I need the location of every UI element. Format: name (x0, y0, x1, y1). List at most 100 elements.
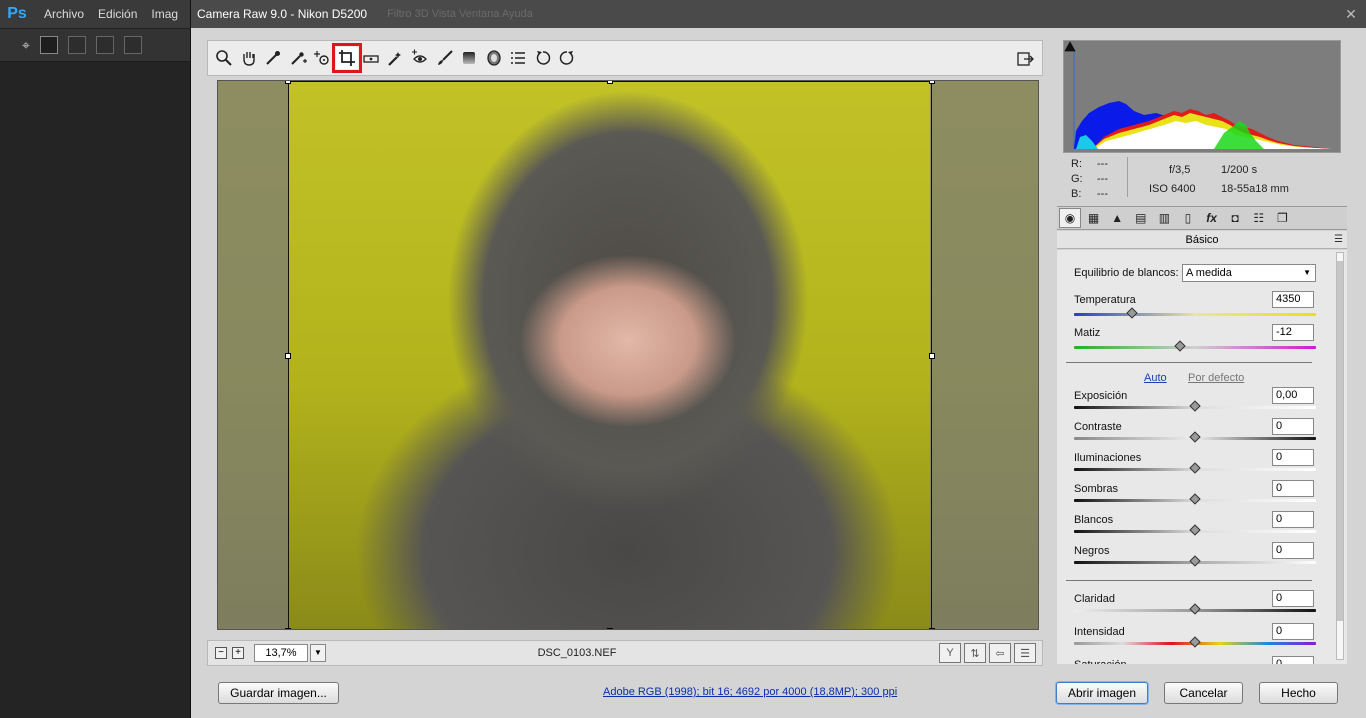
temperature-slider[interactable] (1074, 307, 1316, 319)
add-selection-button[interactable] (67, 36, 86, 54)
tint-field[interactable]: -12 (1272, 324, 1314, 341)
spot-removal-tool[interactable] (385, 47, 407, 69)
crop-handle-bottom-right[interactable] (929, 628, 935, 629)
panel-scrollbar-thumb[interactable] (1337, 261, 1343, 621)
tab-lens-corrections[interactable]: ▯ (1177, 208, 1199, 228)
crop-handle-right[interactable] (929, 353, 935, 359)
adjustment-brush-tool[interactable] (434, 47, 456, 69)
tone-slider[interactable] (1074, 555, 1316, 567)
zoom-dropdown-button[interactable]: ▼ (310, 644, 326, 662)
tint-slider[interactable] (1074, 340, 1316, 352)
copy-settings-button[interactable]: ⇦ (989, 643, 1011, 663)
tone-slider[interactable] (1074, 524, 1316, 536)
targeted-adjustment-tool[interactable] (311, 47, 333, 69)
slider-thumb[interactable] (1189, 431, 1201, 443)
open-preferences-button[interactable] (1014, 48, 1036, 70)
crop-handle-top[interactable] (607, 81, 613, 84)
intersect-selection-button[interactable] (123, 36, 142, 54)
toggle-defaults-button[interactable]: ☰ (1014, 643, 1036, 663)
tone-slider[interactable] (1074, 493, 1316, 505)
radial-filter-tool[interactable] (483, 47, 505, 69)
before-after-toggle-button[interactable]: Y (939, 643, 961, 663)
tone-value-field[interactable]: 0 (1272, 418, 1314, 435)
highlight-clipping-icon[interactable] (1064, 41, 1076, 52)
slider-thumb[interactable] (1189, 603, 1201, 615)
preferences-tool[interactable] (507, 47, 529, 69)
done-button[interactable]: Hecho (1259, 682, 1338, 704)
tone-slider[interactable] (1074, 431, 1316, 443)
crop-handle-top-right[interactable] (929, 81, 935, 84)
subtract-selection-button[interactable] (95, 36, 114, 54)
temperature-field[interactable]: 4350 (1272, 291, 1314, 308)
presence-value-field[interactable]: 0 (1272, 590, 1314, 607)
slider-thumb[interactable] (1189, 462, 1201, 474)
tint-slider-thumb[interactable] (1174, 340, 1187, 352)
slider-thumb[interactable] (1189, 555, 1201, 567)
straighten-tool[interactable] (360, 47, 382, 69)
white-balance-select[interactable]: A medida ▼ (1182, 264, 1316, 282)
slider-thumb[interactable] (1189, 636, 1201, 648)
tone-value-field[interactable]: 0 (1272, 480, 1314, 497)
default-link[interactable]: Por defecto (1188, 372, 1244, 384)
tone-slider[interactable] (1074, 400, 1316, 412)
auto-link[interactable]: Auto (1144, 372, 1167, 384)
tone-value-field[interactable]: 0 (1272, 511, 1314, 528)
rotate-left-tool[interactable] (532, 47, 554, 69)
tab-basic[interactable]: ◉ (1059, 208, 1081, 228)
slider-thumb[interactable] (1189, 524, 1201, 536)
slider-thumb[interactable] (1189, 400, 1201, 412)
workflow-options-link[interactable]: Adobe RGB (1998); bit 16; 4692 por 4000 … (603, 686, 897, 698)
photoshop-workspace (0, 62, 190, 718)
tab-tone-curve[interactable]: ▦ (1083, 208, 1105, 228)
menu-edicion[interactable]: Edición (98, 7, 137, 21)
new-selection-button[interactable] (39, 36, 58, 54)
menu-imagen[interactable]: Imag (151, 7, 178, 21)
dialog-titlebar[interactable]: Camera Raw 9.0 - Nikon D5200 Filtro 3D V… (191, 0, 1366, 28)
tab-snapshots[interactable]: ❐ (1271, 208, 1293, 228)
zoom-in-button[interactable]: + (232, 647, 244, 659)
presence-value-field[interactable]: 0 (1272, 656, 1314, 664)
zoom-tool[interactable] (213, 47, 235, 69)
zoom-level-field[interactable]: 13,7% (254, 644, 308, 662)
open-image-button[interactable]: Abrir imagen (1056, 682, 1148, 704)
cancel-button[interactable]: Cancelar (1164, 682, 1243, 704)
panel-scrollbar[interactable] (1336, 252, 1344, 660)
image-preview[interactable] (217, 80, 1039, 630)
graduated-filter-tool[interactable] (458, 47, 480, 69)
lasso-tool-icon[interactable]: ⌖ (22, 37, 30, 54)
temperature-slider-thumb[interactable] (1126, 307, 1138, 319)
tab-hsl[interactable]: ▤ (1130, 208, 1152, 228)
tone-value-field[interactable]: 0 (1272, 449, 1314, 466)
tab-effects[interactable]: fx (1201, 208, 1223, 228)
crop-handle-bottom-left[interactable] (285, 628, 291, 629)
presence-slider[interactable] (1074, 636, 1316, 648)
save-image-button[interactable]: Guardar imagen... (218, 682, 339, 704)
zoom-out-button[interactable]: − (215, 647, 227, 659)
hand-tool[interactable] (238, 47, 260, 69)
tab-presets[interactable]: ☷ (1248, 208, 1270, 228)
color-sampler-tool[interactable] (287, 47, 309, 69)
panel-menu-icon[interactable]: ☰ (1334, 231, 1343, 249)
crop-handle-left[interactable] (285, 353, 291, 359)
tab-split-toning[interactable]: ▥ (1153, 208, 1175, 228)
presence-value-field[interactable]: 0 (1272, 623, 1314, 640)
tab-camera-calibration[interactable]: ◘ (1224, 208, 1246, 228)
crop-tool[interactable] (331, 43, 362, 73)
histogram-graph (1073, 51, 1332, 149)
crop-rectangle[interactable] (285, 81, 935, 629)
tone-value-field[interactable]: 0 (1272, 542, 1314, 559)
presence-slider[interactable] (1074, 603, 1316, 615)
white-balance-tool[interactable] (262, 47, 284, 69)
menu-archivo[interactable]: Archivo (44, 7, 84, 21)
crop-handle-bottom[interactable] (607, 628, 613, 629)
close-icon[interactable]: ✕ (1342, 5, 1360, 23)
swap-before-after-button[interactable]: ⇅ (964, 643, 986, 663)
tone-slider[interactable] (1074, 462, 1316, 474)
camera-icon: ◘ (1231, 211, 1239, 225)
rotate-right-tool[interactable] (556, 47, 578, 69)
crop-handle-top-left[interactable] (285, 81, 291, 84)
slider-thumb[interactable] (1189, 493, 1201, 505)
tone-value-field[interactable]: 0,00 (1272, 387, 1314, 404)
tab-detail[interactable]: ▲ (1106, 208, 1128, 228)
red-eye-tool[interactable] (409, 47, 431, 69)
